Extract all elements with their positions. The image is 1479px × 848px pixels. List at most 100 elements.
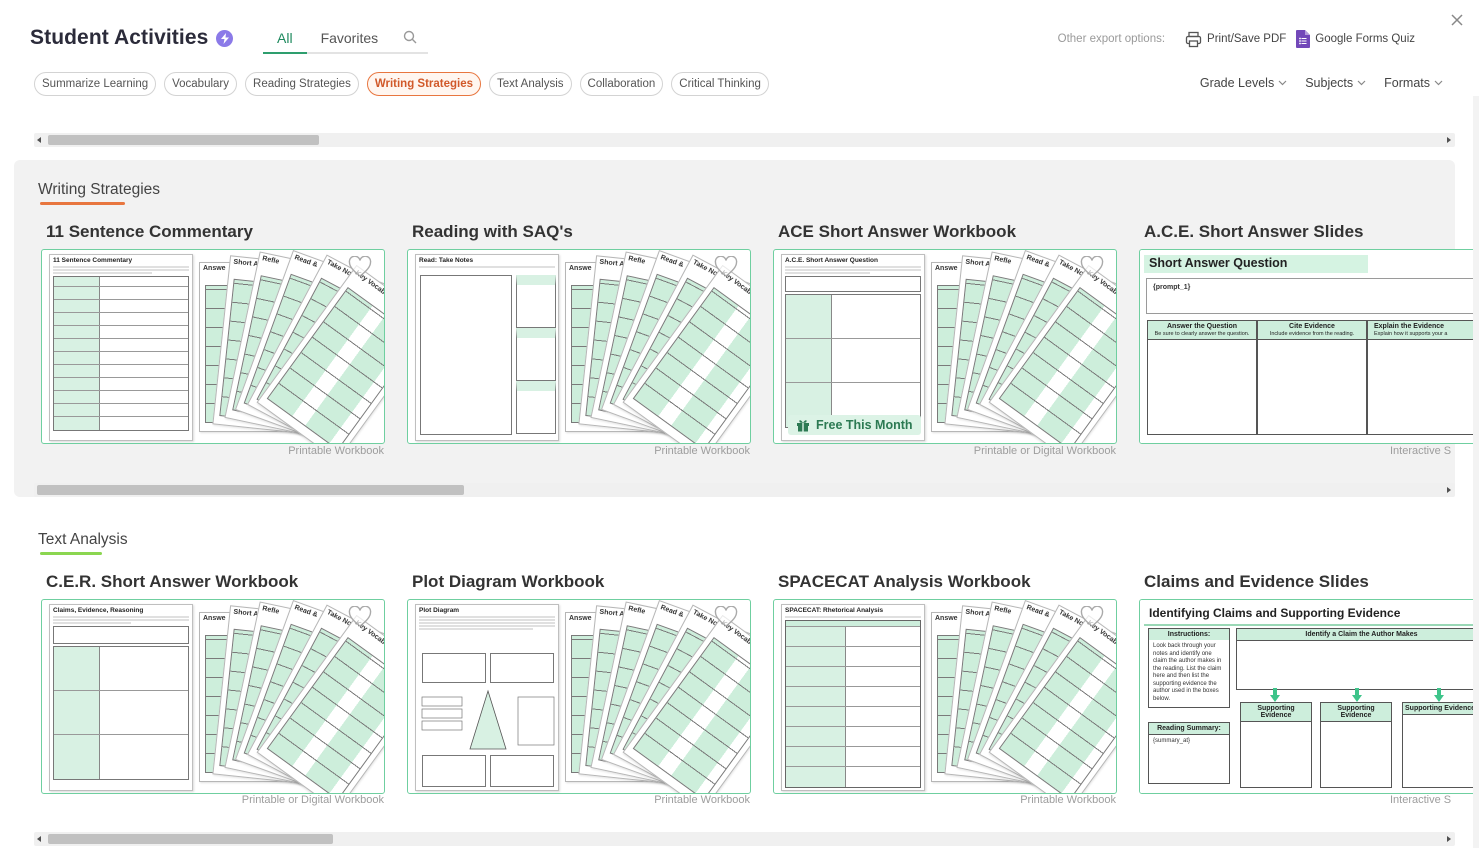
print-save-pdf-button[interactable]: Print/Save PDF xyxy=(1185,31,1286,48)
section-title: Writing Strategies xyxy=(38,181,161,198)
chevron-down-icon xyxy=(1434,80,1443,86)
free-this-month-badge: Free This Month xyxy=(788,415,921,435)
page-title-text: Student Activities xyxy=(30,26,209,49)
section-underline xyxy=(40,202,125,205)
print-save-pdf-label: Print/Save PDF xyxy=(1207,33,1287,45)
card-title[interactable]: C.E.R. Short Answer Workbook xyxy=(46,572,298,592)
scroll-right-icon[interactable] xyxy=(1447,137,1451,143)
worksheet-stack: Answe Short A Refle Read & Take Notes Ke… xyxy=(197,250,384,443)
student-activities-modal: Student Activities All Favorites Other e… xyxy=(0,0,1479,848)
evidence-head: Supporting Evidence xyxy=(1241,703,1311,722)
scroll-left-icon[interactable] xyxy=(37,137,41,143)
claim-head: Identify a Claim the Author Makes xyxy=(1237,629,1479,641)
instructions-text: Look back through your notes and identif… xyxy=(1153,643,1222,702)
worksheet-title: 11 Sentence Commentary xyxy=(53,257,133,264)
section-underline xyxy=(40,552,102,555)
slide-preview: Short Answer Question {prompt_1} Answer … xyxy=(1140,250,1479,443)
activity-card-claims-and-evidence-slides[interactable]: Identifying Claims and Supporting Eviden… xyxy=(1139,599,1479,794)
scroll-right-icon[interactable] xyxy=(1447,836,1451,842)
slide-column-head: Answer the Question Be sure to clearly an… xyxy=(1148,321,1256,340)
slide-prompt: {prompt_1} xyxy=(1153,284,1191,291)
slide-preview: Identifying Claims and Supporting Eviden… xyxy=(1140,600,1479,793)
close-icon[interactable] xyxy=(1449,12,1465,28)
slide-title: Identifying Claims and Supporting Eviden… xyxy=(1144,605,1406,623)
favorite-heart-icon[interactable] xyxy=(348,606,372,628)
filter-dropdowns: Grade Levels Subjects Formats xyxy=(1200,76,1443,90)
slide-column-head: Explain the Evidence Explain how it suppo… xyxy=(1368,321,1479,340)
card-type-label: Interactive S xyxy=(1390,794,1452,806)
card-title[interactable]: SPACECAT Analysis Workbook xyxy=(778,572,1031,592)
worksheet-preview: Read: Take Notes xyxy=(415,254,559,441)
chip-vocabulary[interactable]: Vocabulary xyxy=(164,72,238,96)
card-title[interactable]: ACE Short Answer Workbook xyxy=(778,222,1016,242)
evidence-head: Supporting Evidence xyxy=(1321,703,1391,722)
formats-dropdown[interactable]: Formats xyxy=(1384,76,1443,90)
card-title[interactable]: Claims and Evidence Slides xyxy=(1144,572,1369,592)
page-title: Student Activities xyxy=(30,26,234,50)
chip-writing-strategies[interactable]: Writing Strategies xyxy=(366,72,482,96)
activity-card-plot-diagram-workbook[interactable]: Plot Diagram Answe Short A Refle Read & … xyxy=(407,599,751,794)
scrollbar-thumb[interactable] xyxy=(37,485,464,495)
card-title[interactable]: 11 Sentence Commentary xyxy=(46,222,253,242)
summary-value: {summary_at} xyxy=(1153,738,1191,744)
summary-head: Reading Summary: xyxy=(1149,723,1229,735)
tab-all[interactable]: All xyxy=(263,22,307,54)
scrollbar-thumb[interactable] xyxy=(48,834,333,844)
formats-label: Formats xyxy=(1384,76,1430,90)
card-title[interactable]: A.C.E. Short Answer Slides xyxy=(1144,222,1363,242)
google-forms-quiz-label: Google Forms Quiz xyxy=(1315,33,1415,45)
activity-card-spacecat-analysis-workbook[interactable]: SPACECAT: Rhetorical Analysis Answe Shor… xyxy=(773,599,1117,794)
card-title[interactable]: Plot Diagram Workbook xyxy=(412,572,604,592)
chips-scrollbar[interactable] xyxy=(34,133,1455,147)
favorite-heart-icon[interactable] xyxy=(714,256,738,278)
activity-card-ace-short-answer-slides[interactable]: Short Answer Question {prompt_1} Answer … xyxy=(1139,249,1479,444)
google-forms-quiz-button[interactable]: Google Forms Quiz xyxy=(1296,30,1415,48)
worksheet-preview: 11 Sentence Commentary xyxy=(49,254,193,441)
activity-card-ace-short-answer-workbook[interactable]: A.C.E. Short Answer Question Answe Short… xyxy=(773,249,1117,444)
activity-card-cer-short-answer-workbook[interactable]: Claims, Evidence, Reasoning Answe Short … xyxy=(41,599,385,794)
scroll-left-icon[interactable] xyxy=(37,836,41,842)
worksheet-title: SPACECAT: Rhetorical Analysis xyxy=(785,607,884,614)
favorite-heart-icon[interactable] xyxy=(1080,256,1104,278)
gift-icon xyxy=(797,420,809,432)
card-title[interactable]: Reading with SAQ's xyxy=(412,222,573,242)
worksheet-preview: Claims, Evidence, Reasoning xyxy=(49,604,193,791)
worksheet-title: A.C.E. Short Answer Question xyxy=(785,257,878,264)
slide-column-head: Cite Evidence Include evidence from the r… xyxy=(1258,321,1366,340)
filter-tabs: All Favorites xyxy=(263,22,429,54)
worksheet-preview: A.C.E. Short Answer Question xyxy=(781,254,925,441)
chip-text-analysis[interactable]: Text Analysis xyxy=(489,72,572,96)
page-scrollbar[interactable] xyxy=(1473,96,1479,848)
scroll-right-icon[interactable] xyxy=(1447,487,1451,493)
worksheet-title: Read: Take Notes xyxy=(419,257,474,264)
favorite-heart-icon[interactable] xyxy=(714,606,738,628)
search-icon[interactable] xyxy=(392,22,429,54)
chip-summarize-learning[interactable]: Summarize Learning xyxy=(34,72,157,96)
chevron-down-icon xyxy=(1357,80,1366,86)
grade-levels-dropdown[interactable]: Grade Levels xyxy=(1200,76,1287,90)
worksheet-title: Plot Diagram xyxy=(419,607,460,614)
bolt-icon xyxy=(216,29,234,47)
favorite-heart-icon[interactable] xyxy=(348,256,372,278)
activity-card-reading-with-saqs[interactable]: Read: Take Notes Answe Short A Refle Rea… xyxy=(407,249,751,444)
section-title: Text Analysis xyxy=(38,531,128,548)
text-analysis-scrollbar[interactable] xyxy=(34,832,1455,846)
worksheet-stack: Answe Short A Refle Read & Take Notes Ke… xyxy=(929,600,1116,793)
tab-favorites[interactable]: Favorites xyxy=(306,22,393,54)
worksheet-preview: SPACECAT: Rhetorical Analysis xyxy=(781,604,925,791)
subjects-label: Subjects xyxy=(1305,76,1354,90)
evidence-head: Supporting Evidence xyxy=(1403,703,1479,715)
worksheet-preview: Plot Diagram xyxy=(415,604,559,791)
scrollbar-thumb[interactable] xyxy=(48,135,319,145)
writing-strategies-scrollbar[interactable] xyxy=(34,483,1455,497)
chip-critical-thinking[interactable]: Critical Thinking xyxy=(671,72,769,96)
export-options: Other export options: Print/Save PDF Goo… xyxy=(1058,30,1415,48)
subjects-dropdown[interactable]: Subjects xyxy=(1305,76,1366,90)
activity-card-11-sentence-commentary[interactable]: 11 Sentence Commentary Answe Short A Ref… xyxy=(41,249,385,444)
chip-reading-strategies[interactable]: Reading Strategies xyxy=(245,72,359,96)
card-type-label: Interactive S xyxy=(1390,445,1452,457)
chip-collaboration[interactable]: Collaboration xyxy=(579,72,664,96)
card-type-label: Printable Workbook xyxy=(654,794,750,806)
favorite-heart-icon[interactable] xyxy=(1080,606,1104,628)
slide-title: Short Answer Question xyxy=(1144,255,1368,273)
